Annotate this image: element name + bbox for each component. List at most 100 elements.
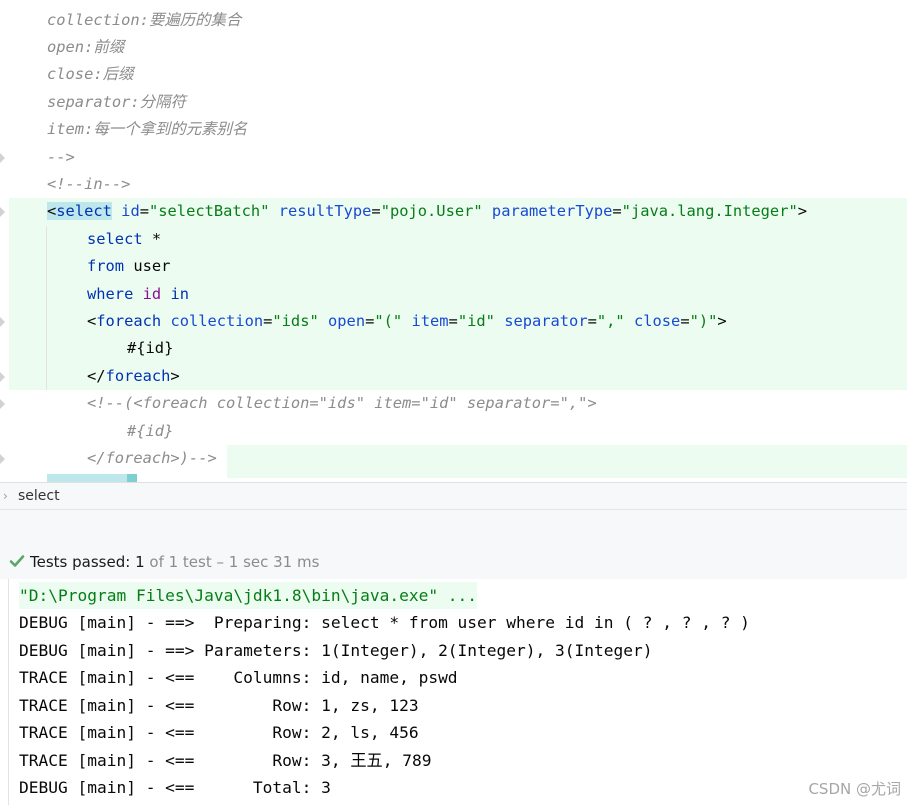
code-line-sql-from[interactable]: from user	[87, 253, 170, 280]
equals: =	[612, 202, 622, 221]
code-line-commented-foreach-body[interactable]: #{id}	[127, 418, 173, 445]
fold-marker-icon[interactable]	[0, 453, 7, 464]
select-block-highlight	[227, 444, 907, 479]
code-line-doc-item[interactable]: item:每一个拿到的元素别名	[47, 116, 247, 143]
sql-token: select	[87, 229, 143, 248]
tag-name: foreach	[96, 311, 162, 330]
attr-value: "ids"	[272, 311, 319, 330]
code-line-comment-in[interactable]: <!--in-->	[47, 171, 130, 198]
attr-name: item	[411, 311, 449, 330]
code-line-doc-collection[interactable]: collection:要遍历的集合	[47, 7, 241, 34]
attr-value: "id"	[457, 311, 495, 330]
fold-marker-icon[interactable]	[0, 207, 7, 218]
console-command-line: "D:\Program Files\Java\jdk1.8\bin\java.e…	[19, 581, 478, 609]
text-caret	[127, 474, 137, 482]
attr-name: collection	[170, 311, 264, 330]
tests-passed-count: 1	[135, 553, 145, 571]
console-log-line: TRACE [main] - <== Row: 3, 王五, 789	[19, 750, 432, 770]
console-log-line: TRACE [main] - <== Row: 2, ls, 456	[19, 723, 419, 742]
code-line-doc-close[interactable]: close:后缀	[47, 61, 133, 88]
tag-bracket: >	[170, 366, 180, 385]
tests-passed-detail: of 1 test – 1 sec 31 ms	[149, 553, 320, 571]
code-line-comment-end[interactable]: -->	[47, 144, 75, 171]
console-log-line: TRACE [main] - <== Row: 1, zs, 123	[19, 695, 419, 715]
console-log-line: DEBUG [main] - ==> Preparing: select * f…	[19, 613, 750, 632]
code-line-foreach-open-tag[interactable]: <foreach collection="ids" open="(" item=…	[87, 308, 727, 335]
xml-tag-open: <foreach	[87, 312, 161, 330]
console-log-line: TRACE [main] - <== Columns: id, name, ps…	[19, 668, 458, 687]
tag-bracket: >	[717, 311, 727, 330]
tag-name: select	[56, 202, 112, 221]
code-line-sql-where[interactable]: where id in	[87, 281, 189, 308]
tests-passed-label: Tests passed:	[30, 553, 131, 571]
attr-value: "selectBatch"	[149, 202, 270, 221]
doc-text: 前缀	[93, 37, 125, 56]
code-line-doc-separator[interactable]: separator:分隔符	[47, 89, 186, 116]
equals: =	[587, 311, 597, 330]
attr-value: "pojo.User"	[380, 202, 483, 221]
tag-bracket: </	[87, 366, 106, 385]
tag-name: foreach	[105, 366, 171, 385]
xml-tag-open: </foreach	[87, 367, 170, 385]
fold-marker-icon[interactable]	[0, 371, 7, 382]
doc-key: open:	[47, 37, 94, 56]
xml-tag-open: <select	[47, 202, 112, 221]
sql-token: #{id}	[127, 339, 174, 358]
equals: =	[371, 202, 381, 221]
attr-name: close	[633, 311, 681, 330]
code-editor[interactable]: collection:要遍历的集合 open:前缀 close:后缀 separato…	[0, 0, 907, 482]
equals: =	[365, 311, 375, 330]
code-line-commented-foreach-open[interactable]: <!--(<foreach collection="ids" item="id"…	[87, 390, 597, 417]
tag-match-highlight	[47, 474, 127, 482]
code-line-foreach-body[interactable]: #{id}	[127, 335, 173, 362]
doc-key: item:	[47, 120, 94, 139]
attr-name: separator	[504, 311, 588, 330]
editor-gutter[interactable]	[0, 0, 8, 482]
run-console[interactable]: "D:\Program Files\Java\jdk1.8\bin\java.e…	[0, 579, 907, 805]
code-line-sql-select[interactable]: select *	[87, 226, 161, 253]
attr-name: parameterType	[491, 202, 613, 221]
attr-value: "("	[374, 311, 403, 330]
console-log-line: DEBUG [main] - <== Total: 3	[19, 778, 331, 797]
attr-value: "java.lang.Integer"	[621, 202, 798, 221]
sql-token: where	[87, 284, 134, 303]
xml-comment: <!--(<foreach collection="ids" item="id"…	[87, 394, 597, 413]
sql-token: *	[142, 229, 162, 248]
console-log-line: DEBUG [main] - ==> Parameters: 1(Integer…	[19, 640, 653, 660]
equals: =	[448, 311, 458, 330]
code-line-foreach-close-tag[interactable]: </foreach>	[87, 363, 180, 390]
test-results-status: Tests passed: 1 of 1 test – 1 sec 31 ms	[0, 547, 907, 579]
sql-token: id	[142, 284, 162, 303]
code-line-doc-open[interactable]: open:前缀	[47, 34, 124, 61]
attr-name: resultType	[278, 202, 372, 221]
doc-text: 后缀	[102, 65, 134, 84]
code-line-select-open-tag[interactable]: <select id="selectBatch" resultType="poj…	[47, 198, 807, 225]
run-toolbar-area	[0, 510, 907, 547]
equals: =	[680, 311, 690, 330]
code-line-commented-foreach-close[interactable]: </foreach>)-->	[87, 445, 217, 472]
xml-comment: <!--in-->	[47, 174, 131, 193]
sql-token: user	[124, 257, 171, 276]
xml-comment: </foreach>)-->	[87, 448, 217, 467]
doc-key: collection:	[47, 10, 149, 29]
breadcrumb-item-select[interactable]: select	[18, 488, 60, 504]
attr-value: ","	[596, 311, 625, 330]
fold-marker-icon[interactable]	[0, 316, 7, 327]
fold-marker-icon[interactable]	[0, 152, 7, 163]
equals: =	[263, 311, 273, 330]
attr-name: open	[328, 311, 366, 330]
doc-key: close:	[47, 65, 103, 84]
fold-marker-icon[interactable]	[0, 399, 7, 410]
check-icon	[9, 555, 25, 567]
tag-bracket: <	[87, 311, 97, 330]
xml-comment: #{id}	[127, 421, 174, 440]
doc-key: separator:	[47, 92, 140, 111]
sql-token: in	[170, 284, 189, 303]
breadcrumb-bar: › select	[0, 482, 907, 510]
